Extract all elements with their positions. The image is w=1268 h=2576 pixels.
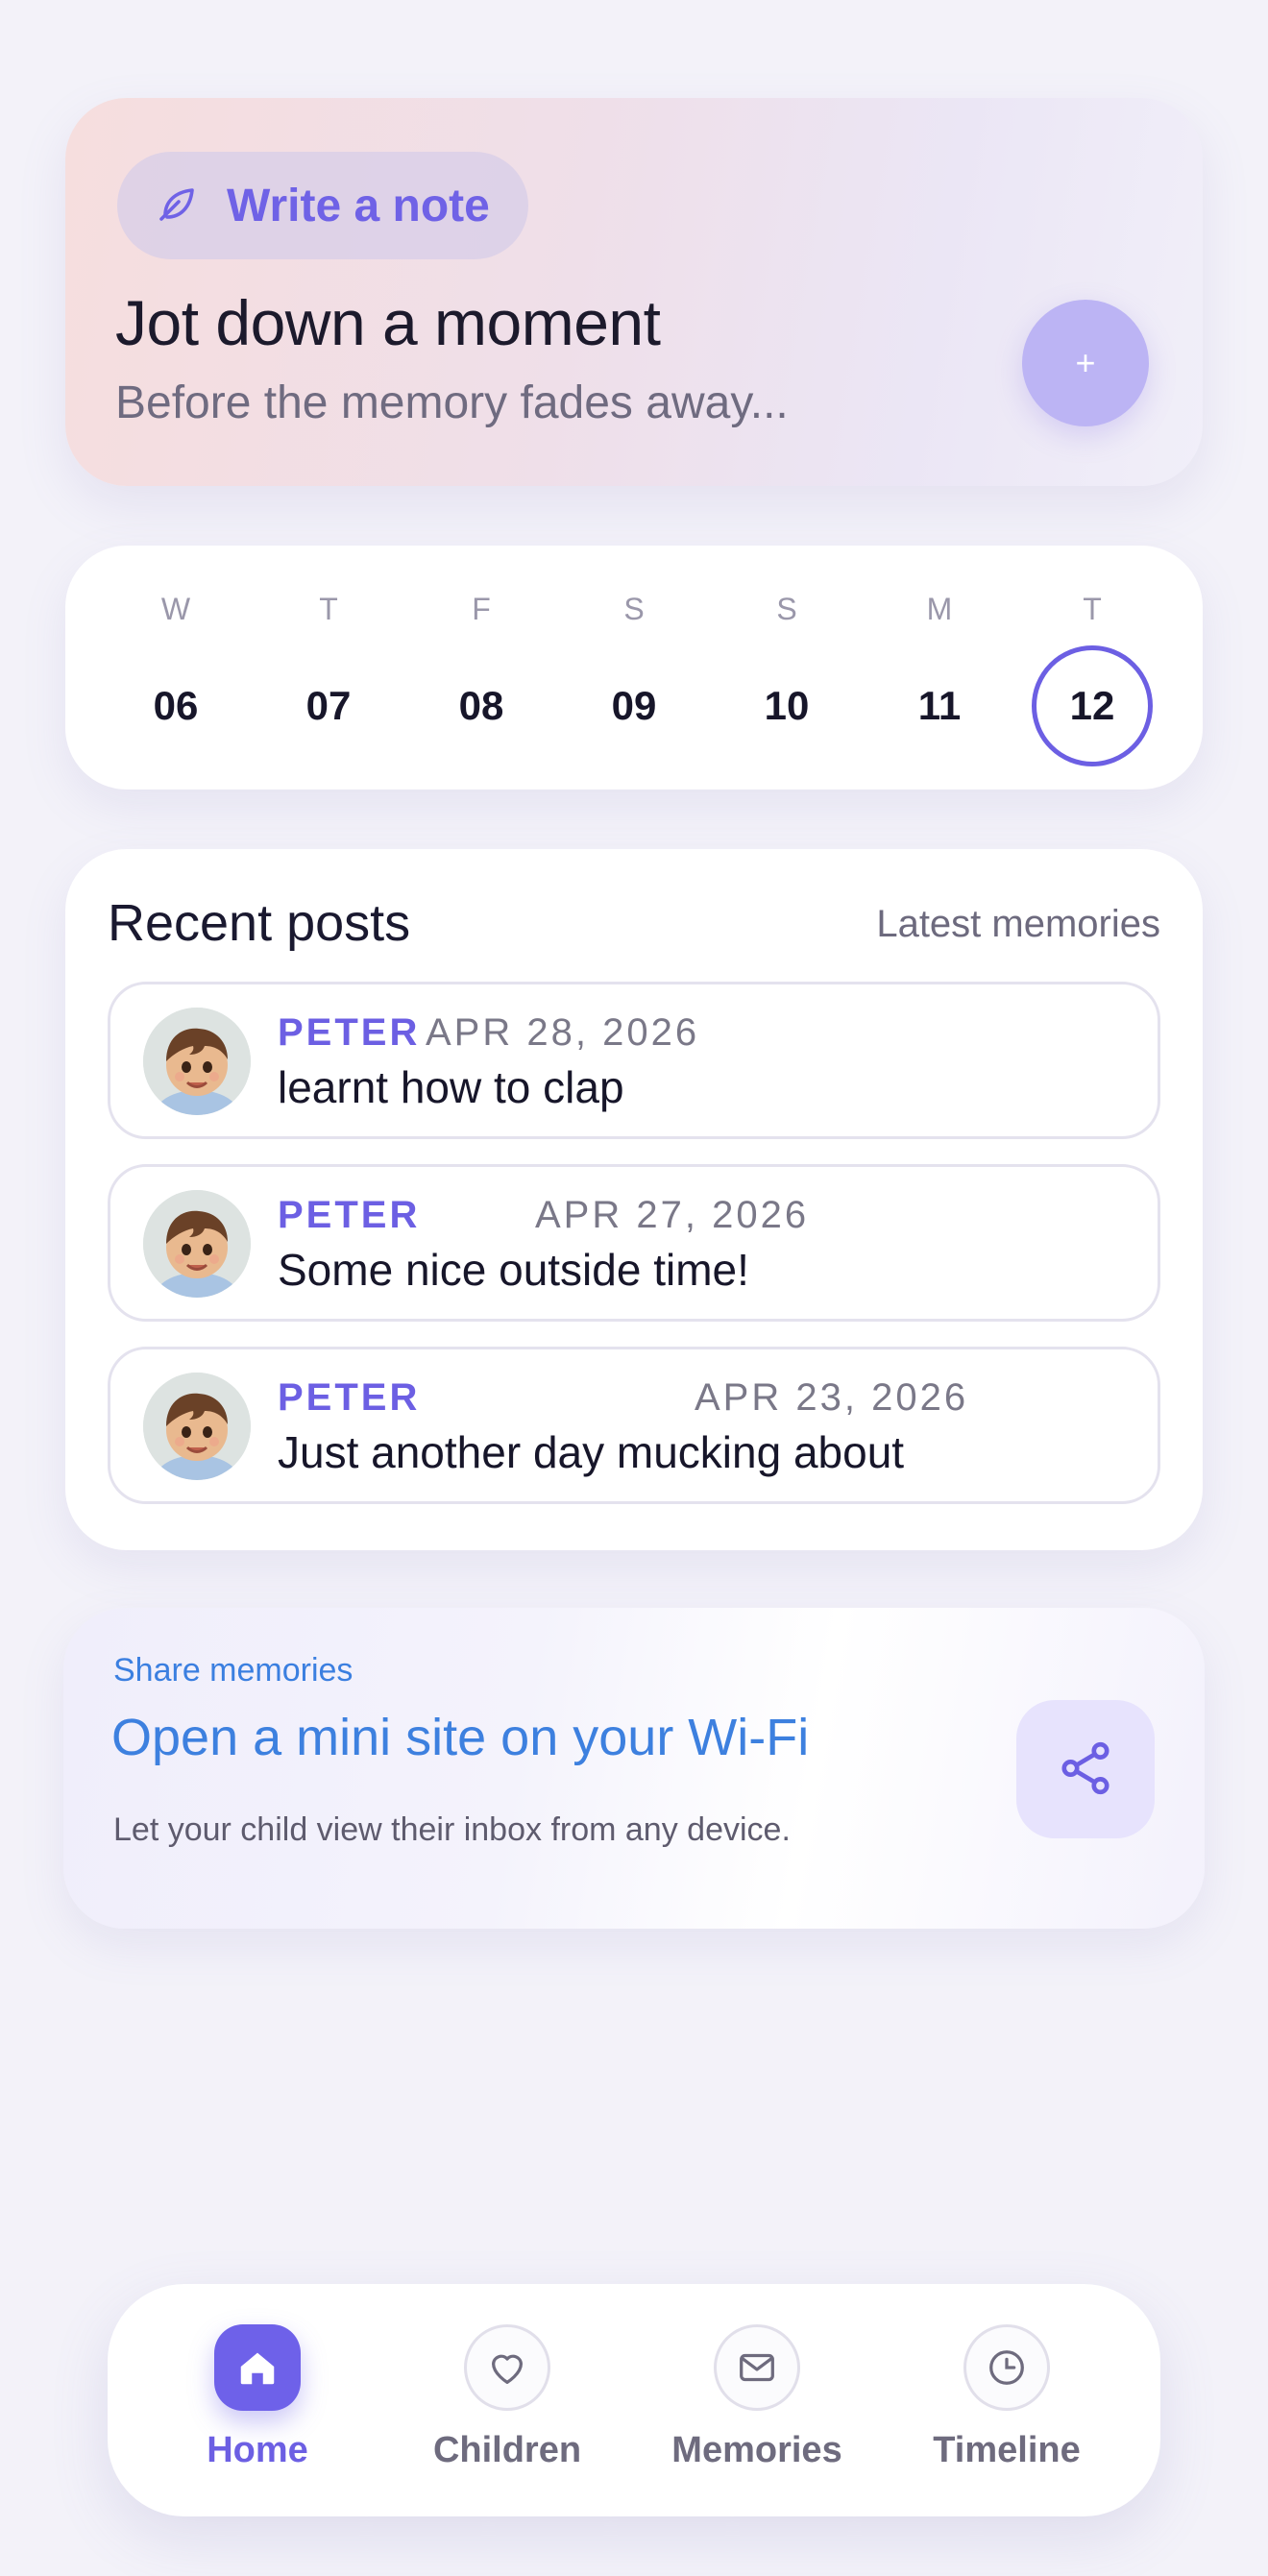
recent-posts-title: Recent posts (108, 894, 411, 952)
day-number: 12 (1032, 645, 1153, 766)
day-number: 07 (305, 683, 352, 728)
post-date: APR 23, 2026 (695, 1376, 969, 1419)
post-item[interactable]: PETER APR 27, 2026 Some nice outside tim… (108, 1164, 1160, 1322)
nav-memories[interactable]: Memories (642, 2284, 872, 2516)
post-text: learnt how to clap (278, 1062, 624, 1112)
day-07[interactable]: T 07 (266, 546, 391, 790)
nav-timeline-label: Timeline (933, 2430, 1081, 2470)
nav-home[interactable]: Home (142, 2284, 373, 2516)
add-note-button[interactable]: + (1022, 300, 1149, 426)
write-note-card[interactable]: Write a note Jot down a moment Before th… (65, 98, 1203, 486)
post-text: Just another day mucking about (278, 1427, 905, 1477)
bottom-nav: Home Children Memories Timeline (108, 2284, 1160, 2516)
share-eyebrow: Share memories (113, 1652, 354, 1689)
child-avatar (143, 1190, 251, 1298)
day-letter: T (319, 592, 338, 626)
write-note-label: Write a note (227, 180, 490, 231)
day-letter: W (160, 592, 191, 626)
recent-posts-subtitle: Latest memories (876, 903, 1160, 945)
share-title[interactable]: Open a mini site on your Wi-Fi (111, 1708, 809, 1767)
child-avatar (143, 1373, 251, 1480)
day-number: 08 (458, 683, 504, 728)
child-avatar (143, 1008, 251, 1115)
home-screen: Write a note Jot down a moment Before th… (0, 0, 1268, 2576)
home-icon (214, 2324, 301, 2411)
day-10[interactable]: S 10 (724, 546, 849, 790)
post-author: PETER (278, 1011, 421, 1054)
day-09[interactable]: S 09 (572, 546, 696, 790)
nav-children-label: Children (432, 2430, 582, 2470)
post-author: PETER (278, 1376, 421, 1419)
recent-posts-card: Recent posts Latest memories PETER APR 2… (65, 849, 1203, 1550)
nav-memories-label: Memories (671, 2430, 842, 2470)
leaf-icon (154, 181, 200, 231)
day-letter: S (623, 592, 645, 626)
nav-children[interactable]: Children (392, 2284, 622, 2516)
note-card-title: Jot down a moment (115, 287, 661, 358)
week-strip: W 06 T 07 F 08 S 09 S 10 M 11 T 12 (65, 546, 1203, 790)
day-number: 10 (764, 683, 810, 728)
share-memories-card[interactable]: Share memories Open a mini site on your … (63, 1608, 1205, 1929)
share-button[interactable] (1016, 1700, 1155, 1838)
post-text: Some nice outside time! (278, 1245, 749, 1295)
nav-home-label: Home (207, 2430, 308, 2470)
nav-timeline[interactable]: Timeline (891, 2284, 1122, 2516)
post-date: APR 28, 2026 (426, 1011, 700, 1054)
post-date: APR 27, 2026 (535, 1194, 810, 1236)
write-note-chip[interactable]: Write a note (117, 152, 528, 259)
note-card-subtitle: Before the memory fades away... (115, 377, 789, 428)
day-letter: F (472, 592, 491, 626)
day-letter: M (926, 592, 953, 626)
day-11[interactable]: M 11 (877, 546, 1002, 790)
day-12-selected[interactable]: T 12 (1030, 546, 1155, 790)
share-icon (1056, 1738, 1115, 1801)
envelope-icon (714, 2324, 800, 2411)
share-description: Let your child view their inbox from any… (113, 1811, 791, 1848)
clock-icon (963, 2324, 1050, 2411)
day-06[interactable]: W 06 (113, 546, 238, 790)
day-08[interactable]: F 08 (419, 546, 544, 790)
post-author: PETER (278, 1194, 421, 1236)
day-letter: S (776, 592, 797, 626)
post-item[interactable]: PETER APR 28, 2026 learnt how to clap (108, 982, 1160, 1139)
post-item[interactable]: PETER APR 23, 2026 Just another day muck… (108, 1347, 1160, 1504)
heart-icon (464, 2324, 550, 2411)
day-number: 06 (153, 683, 199, 728)
day-number: 09 (611, 683, 657, 728)
day-letter: T (1083, 592, 1102, 626)
day-number: 11 (917, 683, 962, 728)
